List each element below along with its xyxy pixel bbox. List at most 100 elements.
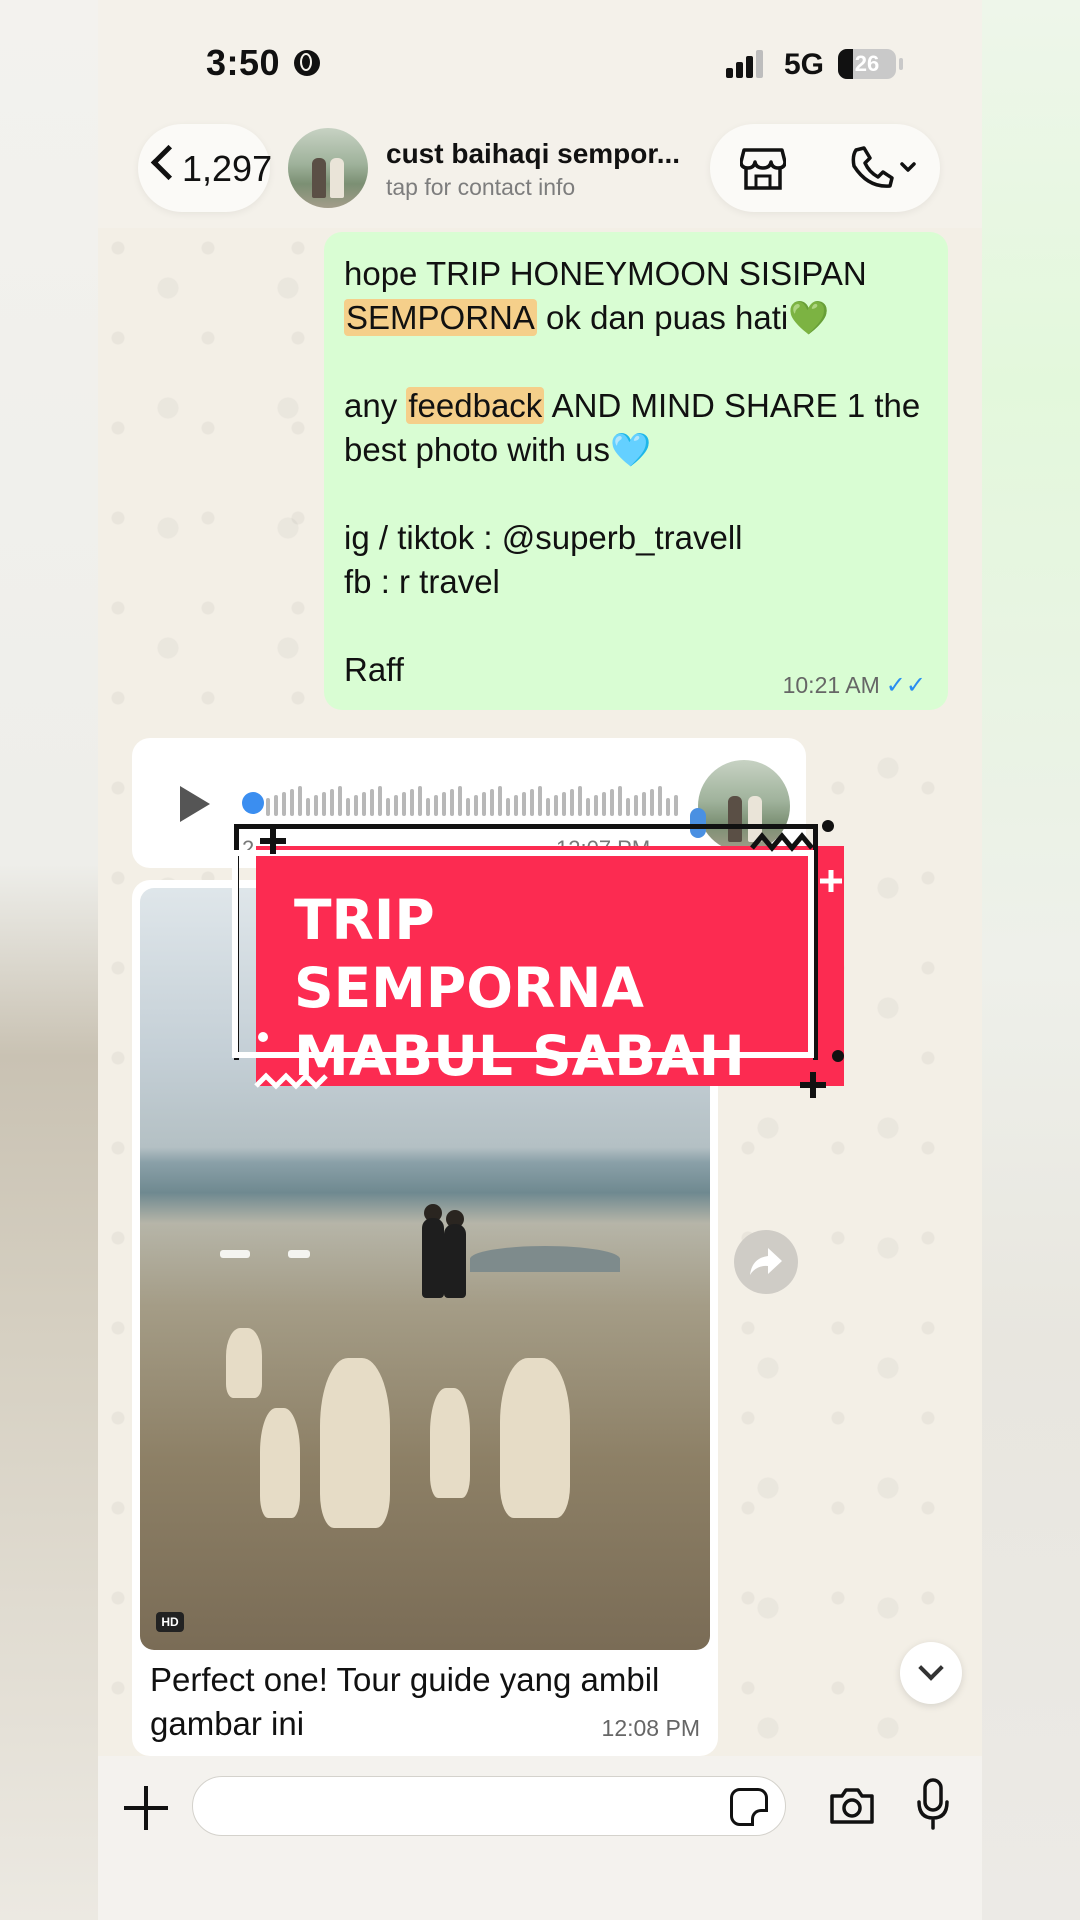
waveform-bar bbox=[618, 786, 622, 816]
forward-button[interactable] bbox=[734, 1230, 798, 1294]
waveform-bar bbox=[330, 789, 334, 816]
signal-icon bbox=[726, 50, 766, 78]
waveform-bar bbox=[650, 789, 654, 816]
attach-plus-icon[interactable] bbox=[124, 1786, 168, 1830]
message-signature: Raff bbox=[344, 651, 404, 688]
camera-icon[interactable] bbox=[828, 1782, 876, 1830]
waveform-bar bbox=[490, 789, 494, 816]
waveform-bar bbox=[666, 798, 670, 816]
waveform-bar bbox=[394, 795, 398, 816]
waveform-bar bbox=[442, 792, 446, 816]
background-right bbox=[982, 0, 1080, 1920]
zigzag-decoration bbox=[254, 1072, 328, 1090]
waveform-bar bbox=[626, 798, 630, 816]
highlighted-word: SEMPORNA bbox=[344, 299, 537, 336]
waveform-bar bbox=[418, 786, 422, 816]
waveform-bar bbox=[338, 786, 342, 816]
message-meta: 10:21 AM ✓✓ bbox=[783, 671, 926, 700]
waveform-bar bbox=[674, 795, 678, 816]
waveform-bar bbox=[298, 786, 302, 816]
outgoing-message-text: hope TRIP HONEYMOON SISIPAN SEMPORNA ok … bbox=[344, 252, 934, 692]
store-icon[interactable] bbox=[740, 146, 786, 190]
waveform-bar bbox=[506, 798, 510, 816]
dot-decoration bbox=[832, 1050, 844, 1062]
microphone-icon[interactable] bbox=[916, 1778, 950, 1830]
playback-handle[interactable] bbox=[242, 792, 264, 814]
waveform-bar bbox=[402, 792, 406, 816]
waveform-bar bbox=[370, 789, 374, 816]
waveform-bar bbox=[354, 795, 358, 816]
play-icon[interactable] bbox=[180, 786, 210, 822]
contact-subtitle[interactable]: tap for contact info bbox=[386, 174, 575, 201]
dot-decoration bbox=[258, 1032, 268, 1042]
banner-title: TRIP SEMPORNA MABUL SABAH bbox=[294, 886, 794, 1090]
network-type: 5G bbox=[784, 48, 825, 81]
waveform-bar bbox=[386, 798, 390, 816]
waveform-bar bbox=[578, 786, 582, 816]
waveform-bar bbox=[410, 789, 414, 816]
contact-avatar[interactable] bbox=[288, 128, 368, 208]
read-ticks-icon: ✓✓ bbox=[885, 672, 926, 699]
battery-level: 26 bbox=[854, 51, 880, 76]
waveform-bar bbox=[314, 795, 318, 816]
waveform-bar bbox=[474, 795, 478, 816]
banner-line: TRIP SEMPORNA bbox=[294, 888, 644, 1020]
plus-decoration bbox=[800, 1072, 826, 1098]
chevron-down-icon bbox=[900, 162, 916, 172]
header-actions bbox=[710, 124, 940, 212]
waveform-bar bbox=[322, 792, 326, 816]
waveform-bar bbox=[482, 792, 486, 816]
phone-screen: 3:50 5G 26 1,297 cust baihaqi sempor... … bbox=[98, 0, 982, 1920]
phone-icon[interactable] bbox=[848, 144, 918, 190]
globe-icon bbox=[294, 50, 320, 76]
background-left bbox=[0, 0, 98, 1920]
waveform-bar bbox=[266, 798, 270, 816]
contact-name[interactable]: cust baihaqi sempor... bbox=[386, 138, 696, 170]
plus-decoration bbox=[260, 828, 286, 854]
waveform-bar bbox=[466, 798, 470, 816]
voice-waveform[interactable] bbox=[266, 782, 686, 822]
waveform-bar bbox=[274, 795, 278, 816]
photo-time: 12:08 PM bbox=[601, 1715, 700, 1741]
message-line: hope TRIP HONEYMOON SISIPAN bbox=[344, 255, 867, 292]
waveform-bar bbox=[562, 792, 566, 816]
battery-tip bbox=[899, 58, 903, 70]
zigzag-decoration bbox=[750, 832, 814, 852]
message-line: ok dan puas hati bbox=[536, 299, 789, 336]
chevron-left-icon bbox=[150, 144, 187, 181]
waveform-bar bbox=[546, 798, 550, 816]
message-line: any bbox=[344, 387, 407, 424]
back-button[interactable]: 1,297 bbox=[138, 124, 272, 212]
waveform-bar bbox=[458, 786, 462, 816]
waveform-bar bbox=[634, 795, 638, 816]
waveform-bar bbox=[658, 786, 662, 816]
forward-icon bbox=[750, 1248, 782, 1275]
waveform-bar bbox=[282, 792, 286, 816]
waveform-bar bbox=[378, 786, 382, 816]
status-bar: 3:50 5G 26 bbox=[98, 0, 982, 120]
plus-decoration bbox=[820, 870, 842, 892]
waveform-bar bbox=[362, 792, 366, 816]
message-line: fb : r travel bbox=[344, 563, 500, 600]
outgoing-message[interactable]: hope TRIP HONEYMOON SISIPAN SEMPORNA ok … bbox=[324, 232, 948, 710]
sticker-icon[interactable] bbox=[730, 1788, 768, 1826]
waveform-bar bbox=[602, 792, 606, 816]
highlighted-word: feedback bbox=[406, 387, 545, 424]
waveform-bar bbox=[594, 795, 598, 816]
dot-decoration bbox=[822, 820, 834, 832]
waveform-bar bbox=[610, 789, 614, 816]
green-heart-emoji: 💚 bbox=[788, 299, 830, 336]
status-time: 3:50 bbox=[206, 42, 281, 83]
blue-heart-emoji: 🩵 bbox=[610, 431, 652, 468]
waveform-bar bbox=[586, 798, 590, 816]
waveform-bar bbox=[498, 786, 502, 816]
waveform-bar bbox=[346, 798, 350, 816]
scroll-to-bottom-button[interactable] bbox=[900, 1642, 962, 1704]
message-line: ig / tiktok : @superb_travell bbox=[344, 519, 743, 556]
message-input[interactable] bbox=[192, 1776, 786, 1836]
message-time: 10:21 AM bbox=[782, 672, 880, 698]
hd-badge: HD bbox=[156, 1612, 184, 1632]
waveform-bar bbox=[290, 789, 294, 816]
input-bar bbox=[98, 1756, 982, 1920]
waveform-bar bbox=[450, 789, 454, 816]
